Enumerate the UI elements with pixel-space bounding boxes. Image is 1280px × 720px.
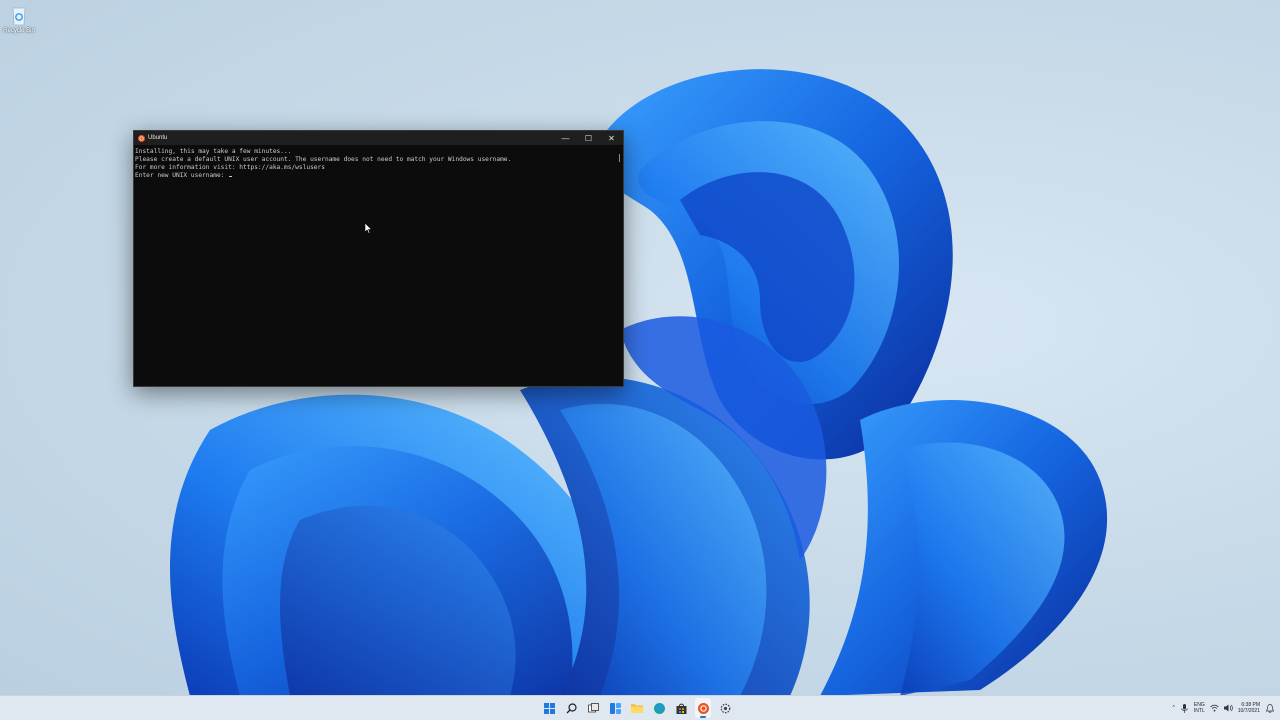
window-titlebar[interactable]: Ubuntu — ☐ ✕ — [134, 131, 623, 145]
start-button[interactable] — [541, 698, 557, 718]
ubuntu-icon — [697, 702, 709, 714]
recycle-bin-desktop-icon[interactable]: Recycle Bin — [2, 4, 36, 34]
settings-button[interactable] — [717, 698, 733, 718]
gear-icon — [720, 703, 730, 713]
text-cursor — [229, 176, 233, 177]
file-explorer-button[interactable] — [629, 698, 645, 718]
terminal-line: For more information visit: https://aka.… — [135, 164, 325, 171]
minimize-button[interactable]: — — [554, 131, 577, 145]
terminal-prompt: Enter new UNIX username: — [135, 172, 229, 179]
widgets-icon — [609, 702, 621, 714]
edge-icon — [653, 702, 665, 714]
keyboard-layout: INTL — [1193, 708, 1205, 714]
terminal-line: Installing, this may take a few minutes.… — [135, 148, 292, 155]
recycle-bin-icon — [9, 4, 29, 26]
volume-icon[interactable] — [1223, 704, 1233, 713]
taskbar: ^ ENG INTL 6:38 PM 10/7/2021 — [0, 695, 1280, 720]
store-button[interactable] — [673, 698, 689, 718]
input-language-indicator[interactable]: ENG INTL — [1194, 702, 1205, 714]
terminal-scrollbar[interactable] — [619, 154, 620, 162]
microphone-icon[interactable] — [1180, 703, 1189, 713]
system-tray: ^ ENG INTL 6:38 PM 10/7/2021 — [1173, 696, 1274, 720]
mouse-pointer-icon — [365, 223, 373, 234]
search-button[interactable] — [563, 698, 579, 718]
maximize-button[interactable]: ☐ — [577, 131, 600, 145]
search-icon — [566, 702, 577, 713]
close-button[interactable]: ✕ — [600, 131, 623, 145]
taskbar-apps — [541, 696, 733, 720]
clock-date: 10/7/2021 — [1237, 708, 1260, 714]
notification-icon[interactable] — [1265, 703, 1274, 713]
terminal-output[interactable]: Installing, this may take a few minutes.… — [134, 145, 623, 386]
edge-button[interactable] — [651, 698, 667, 718]
windows-logo-icon — [543, 702, 555, 714]
store-icon — [676, 703, 686, 714]
clock[interactable]: 6:38 PM 10/7/2021 — [1238, 702, 1260, 714]
ubuntu-taskbar-button[interactable] — [695, 698, 711, 718]
terminal-line: Please create a default UNIX user accoun… — [135, 156, 512, 163]
window-title: Ubuntu — [148, 135, 168, 141]
show-hidden-icons-chevron[interactable]: ^ — [1173, 705, 1175, 711]
recycle-bin-label: Recycle Bin — [3, 28, 35, 34]
ubuntu-terminal-window[interactable]: Ubuntu — ☐ ✕ Installing, this may take a… — [133, 130, 624, 387]
task-view-button[interactable] — [585, 698, 601, 718]
task-view-icon — [587, 702, 599, 712]
ubuntu-icon — [138, 134, 145, 142]
widgets-button[interactable] — [607, 698, 623, 718]
wifi-icon[interactable] — [1209, 704, 1219, 713]
terminal-prompt-line: Enter new UNIX username: — [135, 172, 622, 180]
folder-icon — [631, 704, 643, 713]
